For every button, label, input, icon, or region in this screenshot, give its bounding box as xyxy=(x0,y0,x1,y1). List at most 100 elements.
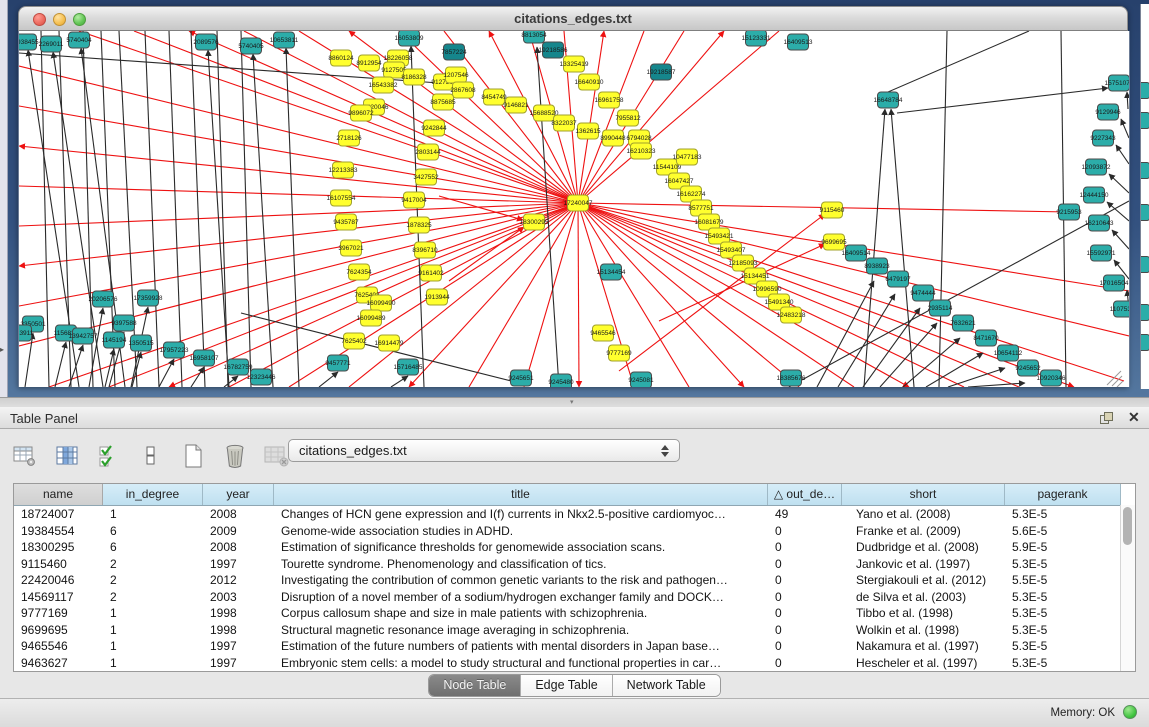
column-header-pagerank[interactable]: pagerank xyxy=(1005,484,1121,505)
network-node[interactable]: 10654112 xyxy=(994,345,1023,361)
network-node[interactable]: 9699695 xyxy=(821,234,847,250)
network-view-window[interactable]: citations_edges.txt 17240047886012489129… xyxy=(18,6,1128,387)
network-node[interactable]: 1145194 xyxy=(102,332,127,348)
network-node[interactable]: 16958107 xyxy=(190,350,219,366)
network-node[interactable]: 9245651 xyxy=(508,370,534,386)
network-node[interactable]: 20206576 xyxy=(89,291,118,307)
network-node[interactable]: 5740404 xyxy=(66,32,92,48)
network-node[interactable]: 8912954 xyxy=(356,55,382,71)
float-window-icon[interactable] xyxy=(1100,412,1113,423)
network-node[interactable]: 18385676 xyxy=(777,370,806,386)
network-node[interactable]: 1350515 xyxy=(128,335,154,351)
column-header-title[interactable]: title xyxy=(274,484,768,505)
network-node[interactable]: 8938923 xyxy=(864,258,890,274)
network-node[interactable]: 9474444 xyxy=(910,285,936,301)
network-node[interactable]: 9115460 xyxy=(820,202,845,218)
column-visibility-icon[interactable] xyxy=(52,440,82,472)
column-header-year[interactable]: year xyxy=(203,484,274,505)
network-node[interactable]: 9465546 xyxy=(590,325,616,341)
network-node[interactable]: 16782759 xyxy=(224,359,253,375)
table-row[interactable]: 1830029562008Estimation of significance … xyxy=(14,539,1135,556)
tab-edge-table[interactable]: Edge Table xyxy=(521,675,612,696)
network-table-selector[interactable]: citations_edges.txt xyxy=(288,439,680,462)
network-node[interactable]: 1913944 xyxy=(424,289,450,305)
network-node[interactable]: 16409513 xyxy=(784,34,813,50)
network-node[interactable]: 8322037 xyxy=(551,115,577,131)
network-canvas[interactable]: 1724004788601248912954182260589127505818… xyxy=(18,31,1130,387)
panel-splitter[interactable]: ▾ xyxy=(0,397,1149,407)
network-node[interactable]: 15592971 xyxy=(1087,245,1116,261)
network-node[interactable]: 9896072 xyxy=(348,105,374,121)
network-node[interactable]: 16210323 xyxy=(627,143,656,159)
network-node[interactable]: 9417004 xyxy=(401,192,427,208)
network-node[interactable]: 12483218 xyxy=(777,307,806,323)
column-header-out_degree[interactable]: △ out_de… xyxy=(768,484,842,505)
network-node[interactable]: 1207546 xyxy=(443,67,469,83)
network-node[interactable]: 10653811 xyxy=(270,32,299,48)
network-node[interactable]: 16210643 xyxy=(1085,215,1114,231)
network-node[interactable]: 8990448 xyxy=(600,130,626,146)
network-node[interactable]: 9245652 xyxy=(1015,360,1041,376)
network-node[interactable]: 15751074 xyxy=(1105,75,1129,91)
network-node[interactable]: 7955812 xyxy=(615,110,641,126)
network-node[interactable]: 8471670 xyxy=(973,330,999,346)
close-icon[interactable]: ✕ xyxy=(1128,409,1140,426)
network-node[interactable]: 17359928 xyxy=(134,290,163,306)
network-node[interactable]: 12093872 xyxy=(1082,159,1111,175)
network-node[interactable]: 15716485 xyxy=(394,359,423,375)
network-node[interactable]: 17016504 xyxy=(1100,275,1129,291)
network-node[interactable]: 8186328 xyxy=(401,69,427,85)
tab-node-table[interactable]: Node Table xyxy=(429,675,521,696)
network-node[interactable]: 2935114 xyxy=(928,300,953,316)
network-node[interactable]: 16053809 xyxy=(395,31,424,46)
network-node[interactable]: 1362615 xyxy=(575,123,601,139)
table-row[interactable]: 2242004622012Investigating the contribut… xyxy=(14,572,1135,589)
splitter-grip-icon[interactable]: ▾ xyxy=(570,399,574,407)
network-node[interactable]: 11075334 xyxy=(1110,301,1129,317)
network-node[interactable]: 2269011 xyxy=(39,36,64,52)
network-node[interactable]: 16914479 xyxy=(375,335,404,351)
table-row[interactable]: 911546021997Tourette syndrome. Phenomeno… xyxy=(14,556,1135,573)
network-node[interactable]: 2718126 xyxy=(336,130,362,146)
table-row[interactable]: 977716911998Corpus callosum shape and si… xyxy=(14,605,1135,622)
network-node[interactable]: 17240047 xyxy=(564,195,593,211)
network-node[interactable]: 7632621 xyxy=(950,315,976,331)
network-node[interactable]: 1878325 xyxy=(406,217,432,233)
network-node[interactable]: 3427552 xyxy=(413,169,439,185)
network-node[interactable]: 9215953 xyxy=(1056,204,1082,220)
network-node[interactable]: 13325419 xyxy=(560,56,589,72)
network-node[interactable]: 12323446 xyxy=(247,369,276,385)
network-node[interactable]: 13942757 xyxy=(69,328,98,344)
network-node[interactable]: 8396710 xyxy=(412,242,438,258)
table-row[interactable]: 1938455462009Genome-wide association stu… xyxy=(14,523,1135,540)
network-node[interactable]: 9435787 xyxy=(333,214,359,230)
network-node[interactable]: 16099489 xyxy=(357,310,386,326)
scrollbar-thumb[interactable] xyxy=(1123,507,1132,545)
network-node[interactable]: 8860124 xyxy=(328,50,354,66)
network-node[interactable]: 9161402 xyxy=(418,265,444,281)
network-node[interactable]: 15134454 xyxy=(597,264,626,280)
network-node[interactable]: 1938455 xyxy=(19,34,39,50)
network-node[interactable]: 16961758 xyxy=(595,92,624,108)
network-node[interactable]: 12213383 xyxy=(329,162,358,178)
new-file-icon[interactable] xyxy=(178,440,208,472)
table-mode-icon[interactable] xyxy=(10,440,40,472)
network-node[interactable]: 3913911 xyxy=(19,325,34,341)
network-node[interactable]: 3967021 xyxy=(338,240,364,256)
network-node[interactable]: 12444150 xyxy=(1080,187,1109,203)
network-node[interactable]: 16107554 xyxy=(327,190,356,206)
network-node[interactable]: 18300295 xyxy=(520,214,549,230)
network-node[interactable]: 16640910 xyxy=(575,74,604,90)
tab-network-table[interactable]: Network Table xyxy=(613,675,720,696)
network-node[interactable]: 9129946 xyxy=(1095,104,1121,120)
network-node[interactable]: 10920346 xyxy=(1037,370,1066,386)
column-header-name[interactable]: name xyxy=(14,484,103,505)
network-node[interactable]: 2089576 xyxy=(193,34,219,50)
network-node[interactable]: 16648784 xyxy=(874,92,903,108)
network-node[interactable]: 9245480 xyxy=(548,374,574,387)
table-row[interactable]: 969969511998Structural magnetic resonanc… xyxy=(14,622,1135,639)
network-node[interactable]: 10477183 xyxy=(673,149,702,165)
network-node[interactable]: 9397588 xyxy=(111,315,137,331)
network-node[interactable]: 19218587 xyxy=(647,64,676,80)
network-node[interactable]: 6479197 xyxy=(885,271,911,287)
